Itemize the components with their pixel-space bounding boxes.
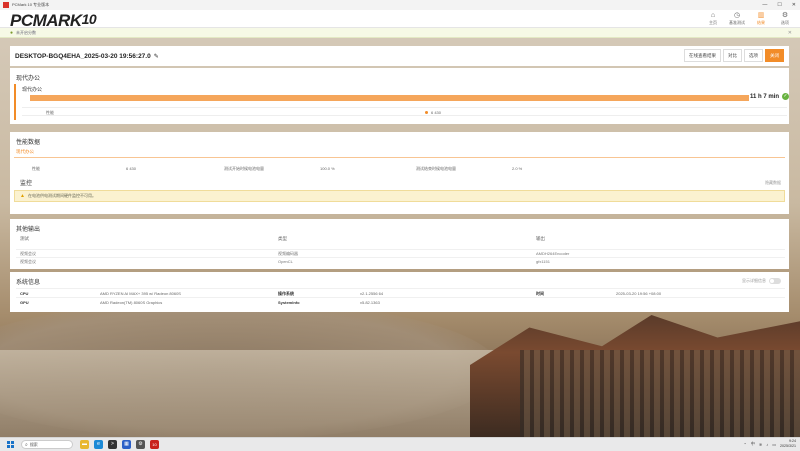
hide-data-link[interactable]: 隐藏数据 — [765, 180, 781, 186]
result-actions: 在线查看结果 对比 选项 关闭 — [684, 49, 784, 62]
options-button[interactable]: 选项 — [744, 49, 763, 62]
performance-section: 性能数据 现代办公 性能 6 430 测试开始时候电池电量 100.0 % 测试… — [10, 132, 789, 214]
nav-options[interactable]: ⚙ 选项 — [776, 11, 794, 26]
other-outputs-section: 其他输出 测试 类型 输出 视频会议 视频编码器 AMDH264Encoder … — [10, 219, 789, 269]
home-icon: ⌂ — [710, 12, 716, 19]
section-title: 现代办公 — [16, 76, 41, 82]
toggle-label: 显示详细信息 — [742, 278, 766, 283]
table-row: GPU AMD Radeon(TM) 8060S Graphics System… — [16, 297, 785, 306]
nav-benchmarks[interactable]: ◷ 基准测试 — [728, 11, 746, 26]
col-test: 测试 — [20, 236, 29, 241]
nav-results[interactable]: ▥ 结果 — [752, 11, 770, 26]
info-icon: ● — [10, 29, 14, 36]
tab-modern-office[interactable]: 现代办公 — [16, 149, 34, 155]
modern-office-section: 现代办公 现代办公 11 h 7 min ✓ 性能 6 430 — [10, 68, 789, 124]
modern-office-card: 现代办公 11 h 7 min ✓ 性能 6 430 — [14, 84, 789, 120]
result-header: DESKTOP-BGQ4EHA_2025-03-20 19:56:27.0 ✎ … — [10, 46, 789, 66]
close-window-button[interactable]: ✕ — [792, 2, 796, 8]
stopwatch-icon: ◷ — [733, 12, 741, 19]
warning-banner: ▲ 在电池供电测试期间硬件监控不可用。 — [14, 190, 785, 202]
check-icon: ✓ — [782, 93, 789, 100]
monitor-title: 监控 — [20, 181, 33, 187]
app-icon — [3, 2, 9, 8]
close-icon[interactable]: ✕ — [788, 30, 792, 36]
notice-bar: ● 未开启分数 ✕ — [0, 28, 800, 38]
system-info-section: 系统信息 显示详细信息 CPU AMD RYZEN AI MAX+ 395 w/… — [10, 272, 789, 312]
window-title: PCMark 10 专业版本 — [12, 2, 50, 7]
section-title: 其他输出 — [16, 227, 41, 233]
terminal-icon[interactable]: > — [108, 440, 117, 449]
clock[interactable]: 9:24 2025/3/21 — [780, 439, 796, 449]
score-value: 6 430 — [431, 110, 442, 115]
score-value-wrap: 6 430 — [425, 110, 441, 115]
toggle-switch[interactable] — [769, 278, 781, 284]
search-icon: ⌕ — [25, 441, 28, 448]
duration-bar — [30, 95, 749, 101]
search-placeholder: 搜索 — [29, 441, 38, 447]
notice-text: 未开启分数 — [16, 29, 37, 35]
test-name: 现代办公 — [22, 87, 43, 93]
col-output: 输出 — [536, 236, 545, 241]
close-result-button[interactable]: 关闭 — [765, 49, 784, 62]
view-online-button[interactable]: 在线查看结果 — [684, 49, 721, 62]
score-row: 性能 6 430 — [22, 107, 787, 116]
tab-underline — [14, 157, 785, 158]
table-header: 测试 类型 输出 — [20, 236, 785, 245]
performance-row: 性能 6 430 测试开始时候电池电量 100.0 % 测试结束时候电池电量 2… — [14, 166, 785, 174]
compare-button[interactable]: 对比 — [723, 49, 742, 62]
section-title: 性能数据 — [16, 140, 41, 146]
wifi-icon[interactable]: ≋ — [759, 442, 762, 447]
volume-icon[interactable]: ♪ — [766, 442, 768, 447]
edge-browser-icon[interactable]: e — [94, 440, 103, 449]
pcmark-window: PCMark 10 专业版本 — ☐ ✕ PCMARK10 ⌂ 主页 ◷ 基准测… — [0, 0, 800, 437]
series-dot — [425, 111, 428, 114]
gear-icon: ⚙ — [781, 12, 789, 19]
bar-chart-icon: ▥ — [757, 12, 765, 19]
ime-indicator[interactable]: 中 — [751, 441, 755, 447]
col-type: 类型 — [278, 236, 287, 241]
perf-value: 6 430 — [126, 166, 137, 171]
file-explorer-icon[interactable]: ▬ — [80, 440, 89, 449]
score-label: 性能 — [46, 110, 54, 115]
battery-start-label: 测试开始时候电池电量 — [224, 166, 264, 171]
title-bar[interactable]: PCMark 10 专业版本 — ☐ ✕ — [0, 0, 800, 10]
nav-home[interactable]: ⌂ 主页 — [704, 11, 722, 26]
table-row: 视频会议 OpenCL gfx1151 — [16, 257, 785, 265]
battery-start-value: 100.0 % — [320, 166, 335, 171]
warning-icon: ▲ — [20, 193, 25, 199]
clock-date: 2025/3/21 — [780, 444, 796, 448]
pcmark-taskbar-icon[interactable]: 10 — [150, 440, 159, 449]
duration-value: 11 h 7 min — [750, 94, 780, 100]
perf-label: 性能 — [32, 166, 40, 171]
taskbar-apps: ▬ e > ▦ ⚙ 10 — [80, 440, 159, 449]
details-toggle[interactable]: 显示详细信息 — [742, 278, 781, 284]
battery-end-label: 测试结束时候电池电量 — [416, 166, 456, 171]
table-row: 视频会议 视频编码器 AMDH264Encoder — [16, 249, 785, 257]
top-nav: ⌂ 主页 ◷ 基准测试 ▥ 结果 ⚙ 选项 — [704, 11, 794, 26]
battery-end-value: 2.0 % — [512, 166, 523, 171]
windows-start-icon[interactable] — [7, 441, 14, 448]
taskbar: ⌕ 搜索 ▬ e > ▦ ⚙ 10 ⌃ 中 ≋ ♪ ▭ 9:24 2025/3/… — [0, 437, 800, 451]
window-controls: — ☐ ✕ — [762, 2, 796, 8]
chevron-up-icon[interactable]: ⌃ — [744, 442, 747, 447]
edit-pencil-icon[interactable]: ✎ — [154, 53, 159, 60]
taskbar-search[interactable]: ⌕ 搜索 — [21, 440, 73, 449]
system-tray: ⌃ 中 ≋ ♪ ▭ 9:24 2025/3/21 — [744, 439, 797, 449]
battery-icon[interactable]: ▭ — [772, 442, 776, 447]
warning-text: 在电池供电测试期间硬件监控不可用。 — [27, 193, 96, 198]
minimize-button[interactable]: — — [762, 2, 767, 8]
table-row: CPU AMD RYZEN AI MAX+ 395 w/ Radeon 8060… — [16, 288, 785, 297]
settings-icon[interactable]: ⚙ — [136, 440, 145, 449]
maximize-button[interactable]: ☐ — [777, 2, 781, 8]
section-title: 系统信息 — [16, 280, 41, 286]
result-name: DESKTOP-BGQ4EHA_2025-03-20 19:56:27.0 — [15, 52, 151, 60]
app-header: PCMARK10 ⌂ 主页 ◷ 基准测试 ▥ 结果 ⚙ 选项 — [0, 10, 800, 30]
store-icon[interactable]: ▦ — [122, 440, 131, 449]
